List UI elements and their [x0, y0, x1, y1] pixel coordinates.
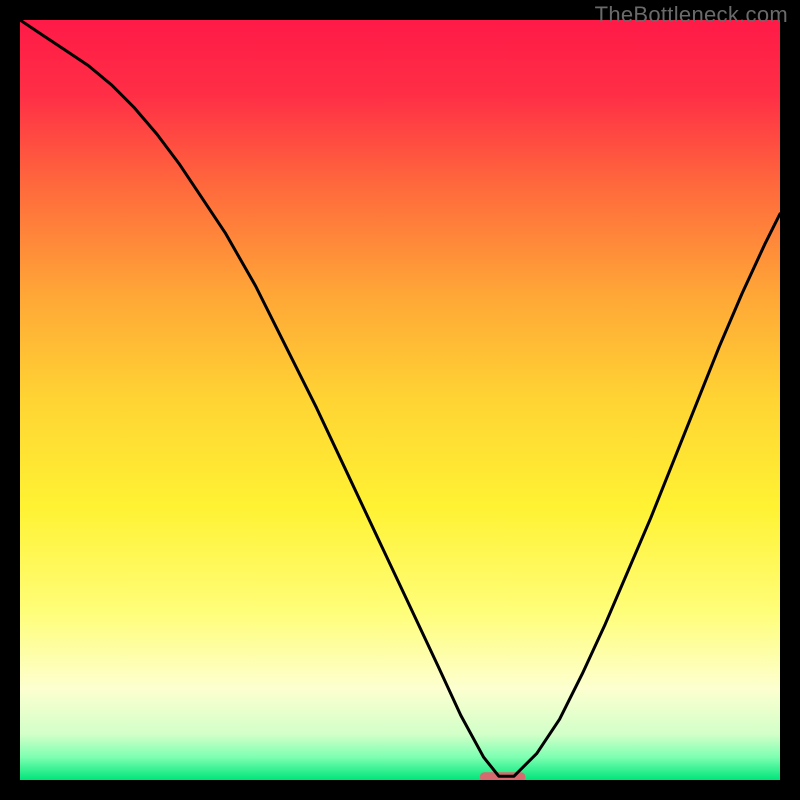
- plot-area: [20, 20, 780, 780]
- watermark-text: TheBottleneck.com: [595, 2, 788, 28]
- gradient-background: [20, 20, 780, 780]
- chart-frame: TheBottleneck.com: [0, 0, 800, 800]
- bottleneck-chart: [20, 20, 780, 780]
